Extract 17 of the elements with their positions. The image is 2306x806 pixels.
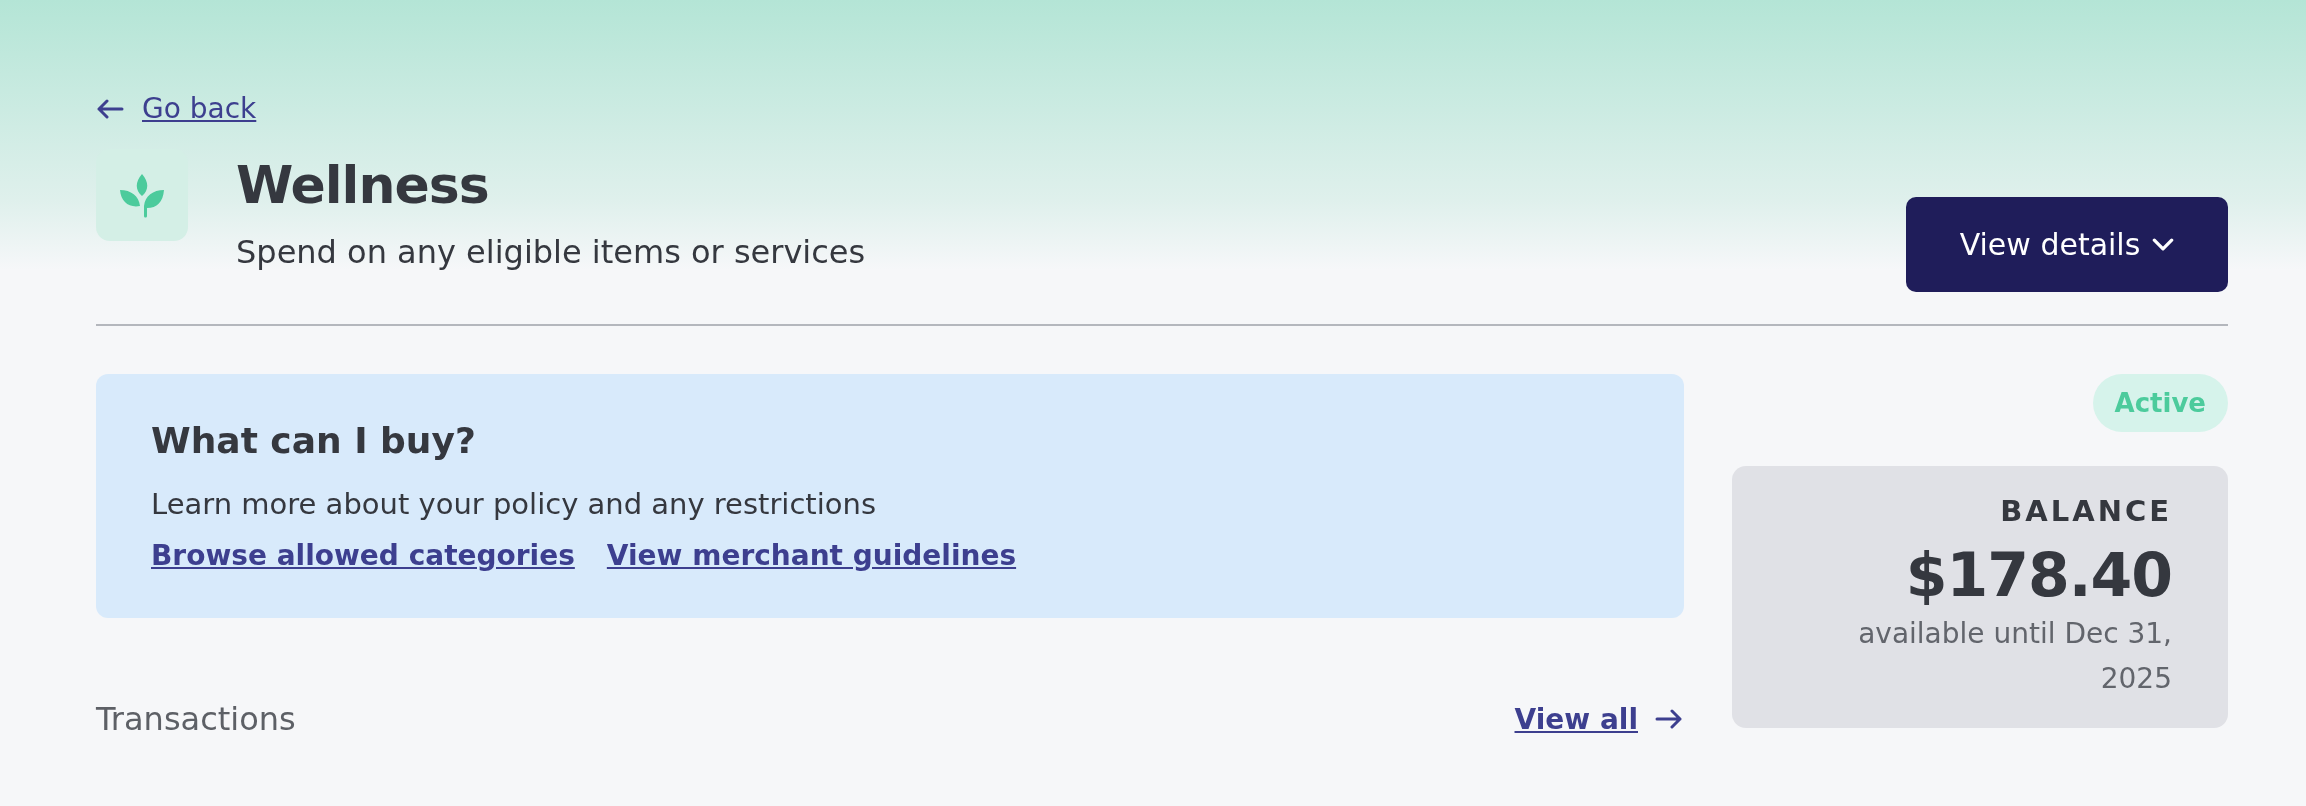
policy-link[interactable]: Browse allowed categories	[151, 539, 575, 572]
back-arrow-icon	[96, 98, 124, 119]
back-link[interactable]: Go back	[96, 92, 257, 125]
info-title: What can I buy?	[151, 420, 477, 461]
page-subtitle: Spend on any eligible items or services	[236, 233, 867, 271]
page-title: Wellness	[236, 155, 490, 215]
chevron-down-icon	[2152, 238, 2175, 251]
arrow-right-icon	[1654, 709, 1684, 729]
view-details-button[interactable]: View details	[1906, 197, 2228, 292]
policy-link[interactable]: View merchant guidelines	[606, 539, 1017, 572]
view-all-link[interactable]: View all	[1514, 702, 1684, 736]
status-badge: Active	[2092, 374, 2228, 432]
balance-label: BALANCE	[2000, 494, 2172, 528]
balance-note: available until Dec 31, 2025	[1857, 616, 2172, 697]
section-title: Transactions	[96, 700, 296, 738]
balance-amount: $178.40	[1905, 540, 2172, 610]
info-text: Learn more about your policy and any restrictions	[151, 487, 877, 521]
